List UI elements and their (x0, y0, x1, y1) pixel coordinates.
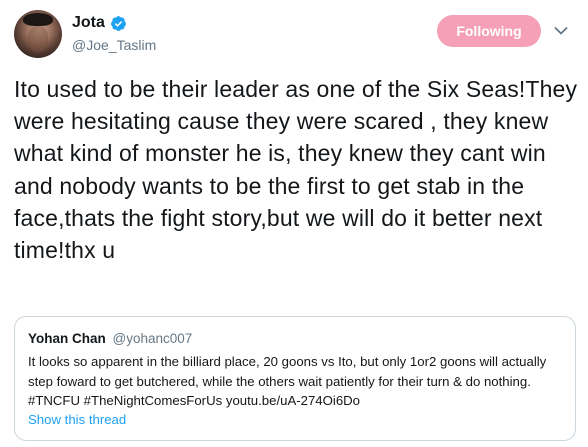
author-display-name[interactable]: Jota (72, 14, 105, 32)
quoted-author-handle: @yohanc007 (112, 331, 193, 346)
verified-badge-icon (110, 15, 126, 31)
chevron-down-icon[interactable] (554, 26, 568, 36)
avatar-hair (23, 13, 53, 26)
avatar-face (28, 26, 48, 52)
tweet-text: Ito used to be their leader as one of th… (14, 76, 578, 264)
tweet-card: Jota @Joe_Taslim Following Ito used to b… (0, 0, 588, 447)
author-names: Jota @Joe_Taslim (72, 12, 156, 53)
quoted-tweet-header: Yohan Chan @yohanc007 (28, 331, 192, 346)
quoted-author-name: Yohan Chan (28, 331, 106, 346)
quoted-tweet-text: It looks so apparent in the billiard pla… (28, 354, 547, 408)
tweet-header: Jota @Joe_Taslim Following (14, 10, 574, 62)
display-name-row: Jota (72, 12, 156, 34)
show-thread-link[interactable]: Show this thread (28, 412, 126, 427)
following-button[interactable]: Following (437, 15, 541, 47)
author-handle[interactable]: @Joe_Taslim (72, 37, 156, 53)
avatar[interactable] (14, 10, 62, 58)
quoted-tweet[interactable]: Yohan Chan @yohanc007 It looks so appare… (14, 316, 576, 441)
